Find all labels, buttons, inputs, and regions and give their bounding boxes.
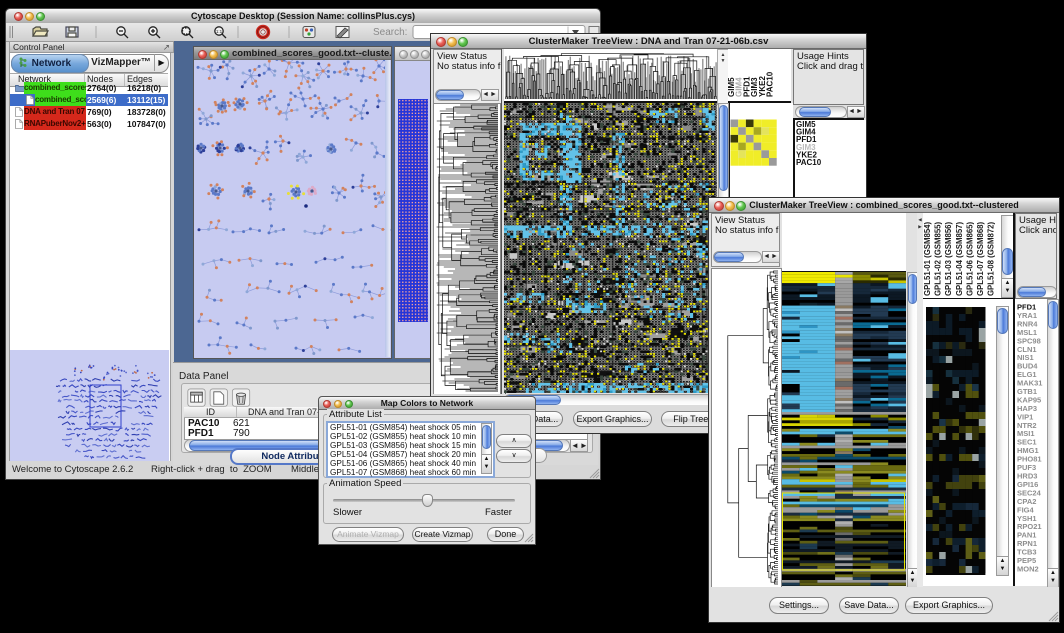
svg-text:GPL51-08 (GSM872): GPL51-08 (GSM872)	[987, 221, 996, 296]
svg-text:GPL51-02 (GSM855): GPL51-02 (GSM855)	[934, 221, 943, 296]
svg-text:GPL51-06 (GSM865): GPL51-06 (GSM865)	[965, 221, 974, 296]
svg-text:GPL51-07 (GSM868): GPL51-07 (GSM868)	[976, 221, 985, 296]
svg-text:GPL51-01 (GSM854): GPL51-01 (GSM854)	[923, 221, 932, 296]
svg-text:PAC10: PAC10	[766, 71, 775, 97]
svg-text:Search:: Search:	[373, 27, 407, 38]
svg-text:1:1: 1:1	[216, 29, 223, 34]
svg-text:GPL51-04 (GSM857): GPL51-04 (GSM857)	[955, 221, 964, 296]
svg-text:PAC10: PAC10	[796, 158, 822, 167]
svg-text:MON2: MON2	[1017, 565, 1039, 574]
svg-text:GPL51-03 (GSM856): GPL51-03 (GSM856)	[944, 221, 953, 296]
